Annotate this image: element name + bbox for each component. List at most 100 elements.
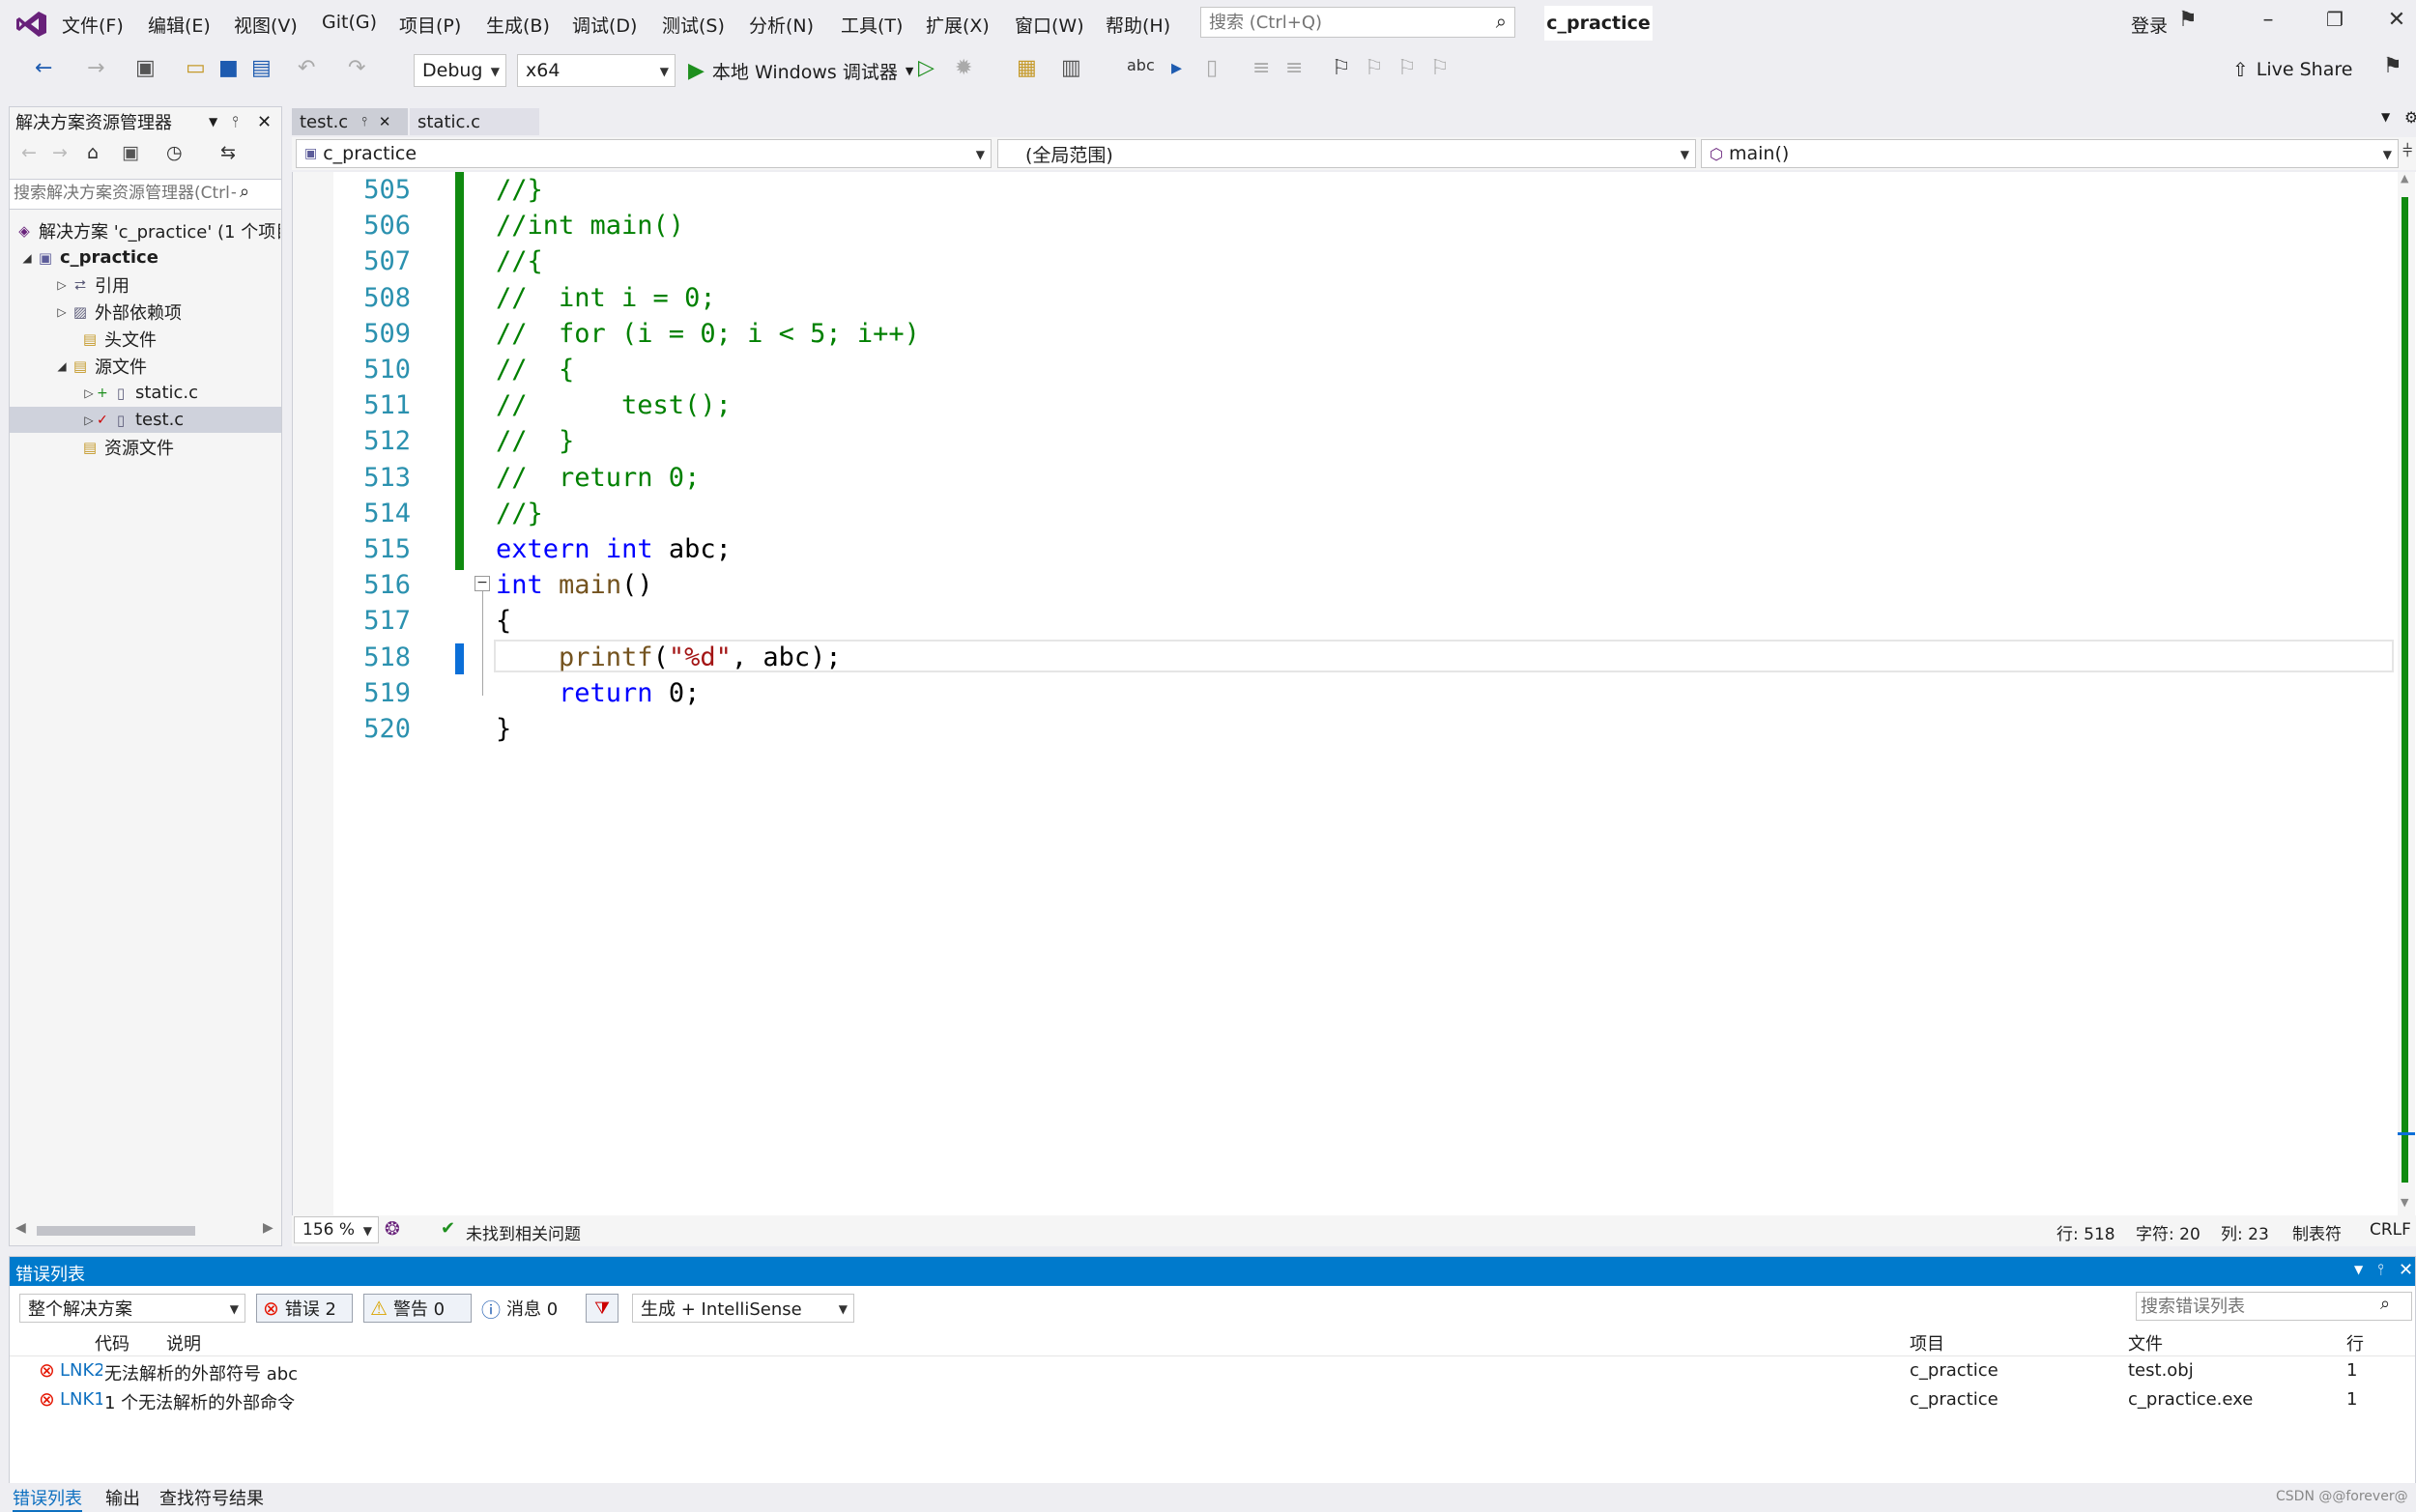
hot-reload-icon[interactable]: ✹ <box>955 56 972 80</box>
scope-filter-select[interactable]: 整个解决方案 ▼ <box>19 1294 245 1323</box>
code-line[interactable]: 512 // } <box>293 423 2400 459</box>
outdent-icon[interactable]: ≡ <box>1252 56 1270 80</box>
menu-item[interactable]: 调试(D) <box>572 12 637 38</box>
tree-external-deps[interactable]: ▷ ▨ 外部依赖项 <box>10 299 281 325</box>
open-folder-icon[interactable]: ▭ <box>186 56 206 80</box>
code-line[interactable]: 509 // for (i = 0; i < 5; i++) <box>293 316 2400 352</box>
spell-check-icon[interactable]: abc <box>1127 56 1155 74</box>
code-line[interactable]: 508 // int i = 0; <box>293 280 2400 316</box>
expand-icon[interactable]: ▷ <box>81 414 97 427</box>
code-line[interactable]: 505 //} <box>293 172 2400 208</box>
back-icon[interactable]: ← <box>21 142 37 163</box>
menu-item[interactable]: 项目(P) <box>399 12 461 38</box>
search-input[interactable] <box>1201 8 1481 37</box>
close-panel-icon[interactable]: ✕ <box>257 112 272 132</box>
search-icon[interactable]: ⌕ <box>240 182 249 202</box>
panel-menu-icon[interactable]: ▼ <box>209 115 217 128</box>
scroll-left-icon[interactable]: ◀ <box>15 1220 26 1236</box>
vertical-scrollbar[interactable]: ▲ ▼ <box>2398 172 2415 1215</box>
tab-overflow-icon[interactable]: ▼ <box>2381 110 2390 124</box>
new-project-icon[interactable]: ▣ <box>135 56 156 80</box>
code-editor[interactable]: − 505//} 506//int main() 507//{508// int i… <box>292 172 2416 1215</box>
next-bookmark-icon[interactable]: ⚐ <box>1397 56 1417 80</box>
code-line[interactable]: 516 int main() <box>293 567 2400 603</box>
menu-item[interactable]: 扩展(X) <box>926 12 990 38</box>
line-indicator[interactable]: 行: 518 <box>2056 1220 2115 1244</box>
char-indicator[interactable]: 字符: 20 <box>2136 1220 2200 1244</box>
code-line[interactable]: 513 // return 0; <box>293 460 2400 496</box>
comment-icon[interactable]: ▸ <box>1171 56 1182 80</box>
build-filter-toggle[interactable]: ⧩ <box>586 1294 618 1323</box>
code-line[interactable]: 517 { <box>293 603 2400 639</box>
visual-studio-logo-icon[interactable] <box>15 10 48 43</box>
tree-references[interactable]: ▷ ⮂ 引用 <box>10 271 281 298</box>
search-box[interactable]: ⌕ <box>1200 7 1515 38</box>
project-dropdown[interactable]: ▣ c_practice ▼ <box>296 139 992 168</box>
back-icon[interactable]: ← <box>35 56 52 80</box>
menu-item[interactable]: 文件(F) <box>62 12 124 38</box>
switch-views-icon[interactable]: ▣ <box>122 142 139 163</box>
tree-project[interactable]: ◢ ▣ c_practice <box>10 244 281 271</box>
messages-filter-button[interactable]: ⓘ 消息 0 <box>481 1294 558 1323</box>
issues-status[interactable]: 未找到相关问题 <box>466 1220 581 1244</box>
clear-bookmarks-icon[interactable]: ⚐ <box>1430 56 1450 80</box>
expand-icon[interactable]: ▷ <box>54 305 70 319</box>
settings-icon[interactable]: ⚙ <box>2404 108 2416 127</box>
tree-header-files[interactable]: ▤ 头文件 <box>10 326 281 352</box>
code-line[interactable]: 515 extern int abc; <box>293 531 2400 567</box>
tab-find-symbol-results[interactable]: 查找符号结果 <box>159 1485 264 1510</box>
scroll-down-icon[interactable]: ▼ <box>2401 1196 2408 1209</box>
account-icon[interactable]: ⚑ <box>2178 8 2198 32</box>
search-icon[interactable]: ⌕ <box>2380 1294 2390 1314</box>
bookmark-icon[interactable]: ⚐ <box>1332 56 1351 80</box>
home-icon[interactable]: ⌂ <box>87 142 99 163</box>
column-description[interactable]: 说明 <box>166 1330 201 1355</box>
pin-icon[interactable]: ⫯ <box>2377 1260 2384 1279</box>
configuration-select[interactable]: Debug ▼ <box>414 54 506 87</box>
toggle-panel-icon[interactable]: ▥ <box>1061 56 1081 80</box>
menu-item[interactable]: 窗口(W) <box>1015 12 1084 38</box>
menu-item[interactable]: 帮助(H) <box>1106 12 1170 38</box>
menu-item[interactable]: 编辑(E) <box>148 12 211 38</box>
forward-icon[interactable]: → <box>52 142 68 163</box>
error-row[interactable]: ⊗LNK11201 个无法解析的外部命令 c_practice c_practice… <box>10 1386 2415 1415</box>
expand-icon[interactable]: ▷ <box>81 386 97 400</box>
menu-item[interactable]: 分析(N) <box>749 12 814 38</box>
tab-error-list[interactable]: 错误列表 <box>13 1485 82 1512</box>
pending-changes-icon[interactable]: ◷ <box>166 142 183 163</box>
start-debugging-button[interactable]: ▶ 本地 Windows 调试器 ▼ <box>688 56 913 85</box>
error-code[interactable]: LNK1120 <box>60 1389 102 1410</box>
warnings-filter-button[interactable]: ⚠ 警告 0 <box>363 1294 472 1323</box>
tab-output[interactable]: 输出 <box>105 1485 140 1510</box>
code-line[interactable]: 520} <box>293 711 2400 747</box>
column-line[interactable]: 行 <box>2346 1330 2364 1355</box>
expand-icon[interactable]: ▷ <box>54 278 70 292</box>
menu-item[interactable]: 工具(T) <box>841 12 903 38</box>
source-filter-select[interactable]: 生成 + IntelliSense ▼ <box>632 1294 854 1323</box>
tree-file-test[interactable]: ▷ ✓ ▯ test.c <box>10 407 281 433</box>
code-line[interactable]: 518 printf("%d", abc); <box>293 640 2400 675</box>
tree-solution[interactable]: ◈ 解决方案 'c_practice' (1 个项目 <box>10 217 281 243</box>
redo-icon[interactable]: ↷ <box>348 56 365 80</box>
sync-icon[interactable]: ⇆ <box>220 142 236 163</box>
minimize-icon[interactable]: – <box>2249 8 2287 32</box>
platform-select[interactable]: x64 ▼ <box>517 54 676 87</box>
menu-item[interactable]: 测试(S) <box>662 12 725 38</box>
col-indicator[interactable]: 列: 23 <box>2221 1220 2269 1244</box>
code-line[interactable]: 519 return 0; <box>293 675 2400 711</box>
panel-menu-icon[interactable]: ▼ <box>2354 1263 2363 1276</box>
health-icon[interactable]: ❂ <box>385 1218 400 1240</box>
column-file[interactable]: 文件 <box>2128 1330 2163 1355</box>
collapse-icon[interactable]: ◢ <box>19 251 35 265</box>
feedback-icon[interactable]: ⚑ <box>2383 54 2402 78</box>
close-icon[interactable]: ✕ <box>2377 8 2416 32</box>
prev-bookmark-icon[interactable]: ⚐ <box>1365 56 1384 80</box>
tab-test-c[interactable]: test.c ⫯ ✕ <box>292 108 408 135</box>
tree-source-files[interactable]: ◢ ▤ 源文件 <box>10 353 281 379</box>
code-line[interactable]: 514 //} <box>293 496 2400 531</box>
restore-icon[interactable]: ❐ <box>2315 8 2354 31</box>
solution-search-box[interactable]: ⌕ <box>10 179 281 210</box>
menu-item[interactable]: Git(G) <box>322 12 377 33</box>
split-icon[interactable]: ⫩ <box>2402 141 2412 161</box>
tree-resource-files[interactable]: ▤ 资源文件 <box>10 434 281 460</box>
